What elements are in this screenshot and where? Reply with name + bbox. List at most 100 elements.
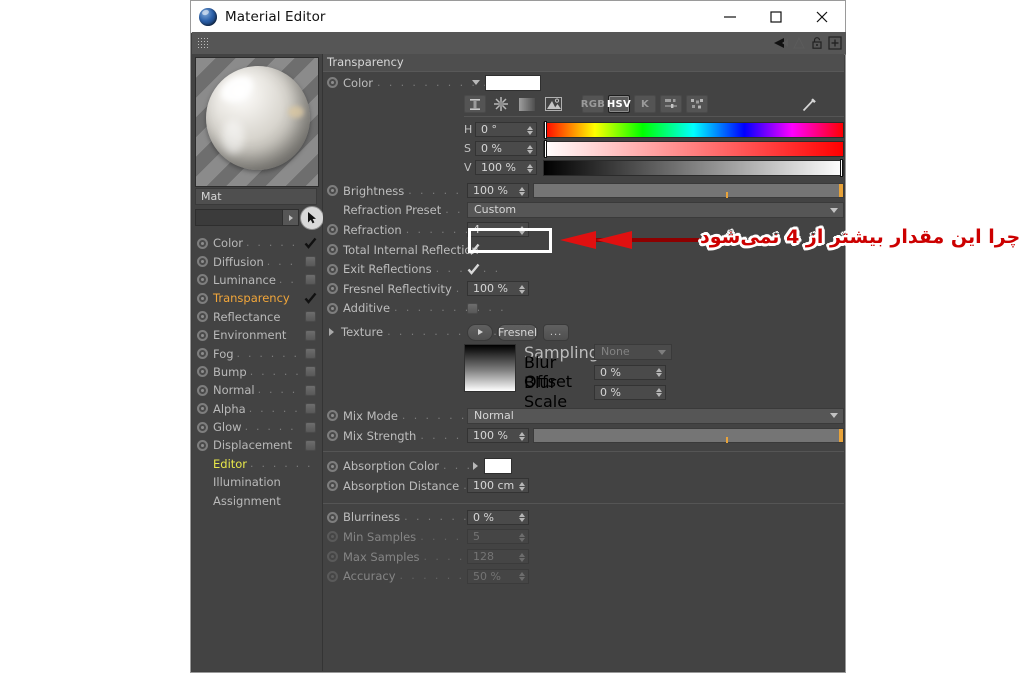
channel-radio-icon[interactable] xyxy=(197,256,208,268)
channel-item-fog[interactable]: Fog . . . . . . . . . xyxy=(192,344,322,362)
cursor-pick-button[interactable] xyxy=(300,206,324,230)
hsv-mode-button[interactable]: HSV xyxy=(607,95,631,113)
fresnel-spinner[interactable] xyxy=(518,283,525,295)
mix-mode-dropdown[interactable]: Normal xyxy=(467,407,844,424)
value-gradient-bar[interactable] xyxy=(543,158,844,177)
hue-gradient-bar[interactable] xyxy=(543,120,844,139)
value-spinner[interactable] xyxy=(526,162,533,174)
sliders-icon[interactable] xyxy=(660,95,682,113)
brightness-slider-handle[interactable] xyxy=(839,184,843,198)
blur-scale-spinner[interactable] xyxy=(655,387,662,399)
channel-checkbox[interactable] xyxy=(305,274,316,286)
hue-knob[interactable] xyxy=(544,120,547,139)
blurriness-field[interactable]: 0 % xyxy=(467,509,529,525)
absorption-distance-spinner[interactable] xyxy=(518,480,525,492)
channel-item-color[interactable]: Color . . . . . . . . xyxy=(192,234,322,252)
channel-radio-icon[interactable] xyxy=(197,311,208,323)
channel-item-normal[interactable]: Normal . . . . . . xyxy=(192,381,322,399)
channel-checkbox[interactable] xyxy=(305,403,316,415)
toolbar-grip-icon[interactable] xyxy=(196,36,210,50)
channel-item-luminance[interactable]: Luminance . . . . . xyxy=(192,271,322,289)
texture-gradient-preview[interactable] xyxy=(464,344,516,393)
mix-strength-radio-icon[interactable] xyxy=(327,430,338,442)
absorption-color-radio-icon[interactable] xyxy=(327,460,338,472)
fresnel-reflectivity-field[interactable]: 100 % xyxy=(467,281,529,297)
channel-checkmark-icon[interactable] xyxy=(304,237,317,250)
material-name-field[interactable]: Mat xyxy=(195,188,317,205)
eyedropper-icon[interactable] xyxy=(798,95,820,113)
channel-item-editor[interactable]: Editor . . . . . . xyxy=(192,455,322,473)
channel-item-glow[interactable]: Glow . . . . . . . . xyxy=(192,418,322,436)
saturation-gradient-bar[interactable] xyxy=(543,139,844,158)
value-knob[interactable] xyxy=(840,158,843,177)
material-preview[interactable] xyxy=(195,57,319,187)
channel-radio-icon[interactable] xyxy=(197,366,208,378)
absorption-distance-radio-icon[interactable] xyxy=(327,480,338,492)
refraction-radio-icon[interactable] xyxy=(327,224,338,236)
absorption-distance-field[interactable]: 100 cm xyxy=(467,478,529,494)
channel-radio-icon[interactable] xyxy=(197,329,208,341)
gray-ramp-icon[interactable] xyxy=(516,95,538,113)
channel-radio-icon[interactable] xyxy=(197,274,208,286)
channel-item-environment[interactable]: Environment xyxy=(192,326,322,344)
kelvin-mode-button[interactable]: K xyxy=(634,95,656,113)
minimize-button[interactable] xyxy=(707,2,753,32)
color-radio-icon[interactable] xyxy=(327,77,338,88)
mix-strength-slider[interactable] xyxy=(533,428,844,444)
value-field[interactable]: 100 % xyxy=(475,160,537,175)
channel-checkmark-icon[interactable] xyxy=(304,292,317,305)
channel-item-displacement[interactable]: Displacement xyxy=(192,436,322,454)
lock-icon[interactable] xyxy=(809,35,825,51)
channel-checkbox[interactable] xyxy=(305,421,316,433)
channel-radio-icon[interactable] xyxy=(197,384,208,396)
refraction-preset-dropdown[interactable]: Custom xyxy=(467,202,844,219)
blur-scale-field[interactable]: 0 % xyxy=(594,384,666,400)
mix-strength-spinner[interactable] xyxy=(518,430,525,442)
saturation-spinner[interactable] xyxy=(526,143,533,155)
brightness-field[interactable]: 100 % xyxy=(467,183,529,199)
channel-checkbox[interactable] xyxy=(305,256,316,268)
additive-radio-icon[interactable] xyxy=(327,302,338,314)
tir-radio-icon[interactable] xyxy=(327,244,338,256)
channel-radio-icon[interactable] xyxy=(197,348,208,360)
brightness-slider[interactable] xyxy=(533,183,844,199)
channel-item-reflectance[interactable]: Reflectance xyxy=(192,308,322,326)
mix-strength-slider-handle[interactable] xyxy=(839,429,843,443)
channel-checkbox[interactable] xyxy=(305,329,316,341)
blurriness-spinner[interactable] xyxy=(518,512,525,524)
maximize-button[interactable] xyxy=(753,2,799,32)
hue-spinner[interactable] xyxy=(526,124,533,136)
saturation-knob[interactable] xyxy=(544,139,547,158)
channel-checkbox[interactable] xyxy=(305,384,316,396)
texture-name-button[interactable]: Fresnel xyxy=(497,323,539,341)
exit-reflections-checkmark-icon[interactable] xyxy=(467,263,480,276)
brightness-radio-icon[interactable] xyxy=(327,185,338,197)
absorption-color-expand-icon[interactable] xyxy=(473,462,478,471)
next-material-icon[interactable] xyxy=(791,35,807,51)
color-swatch[interactable] xyxy=(485,74,541,91)
channel-checkbox[interactable] xyxy=(305,366,316,378)
channel-item-assignment[interactable]: Assignment xyxy=(192,491,322,509)
additive-checkbox[interactable] xyxy=(467,302,478,314)
hue-field[interactable]: 0 ° xyxy=(475,122,537,137)
channel-item-illumination[interactable]: Illumination xyxy=(192,473,322,491)
channel-item-transparency[interactable]: Transparency xyxy=(192,289,322,307)
fresnel-radio-icon[interactable] xyxy=(327,283,338,295)
prev-material-icon[interactable] xyxy=(773,35,789,51)
add-material-icon[interactable] xyxy=(827,35,843,51)
mix-strength-field[interactable]: 100 % xyxy=(467,428,529,444)
color-expand-caret-icon[interactable] xyxy=(472,80,480,85)
color-wheel-icon[interactable] xyxy=(490,95,512,113)
texture-more-button[interactable]: ... xyxy=(543,323,570,341)
blur-offset-field[interactable]: 0 % xyxy=(594,364,666,380)
channel-radio-icon[interactable] xyxy=(197,421,208,433)
gradient-strip-icon[interactable] xyxy=(464,95,486,113)
close-button[interactable] xyxy=(799,2,845,32)
material-search-caret-icon[interactable] xyxy=(282,209,299,226)
texture-expand-icon[interactable] xyxy=(329,328,334,337)
sampling-dropdown[interactable]: None xyxy=(594,344,672,361)
saturation-field[interactable]: 0 % xyxy=(475,141,537,156)
texture-play-button[interactable] xyxy=(467,323,493,341)
channel-item-diffusion[interactable]: Diffusion . . . . . . . xyxy=(192,252,322,270)
channel-item-alpha[interactable]: Alpha . . . . . . . xyxy=(192,400,322,418)
